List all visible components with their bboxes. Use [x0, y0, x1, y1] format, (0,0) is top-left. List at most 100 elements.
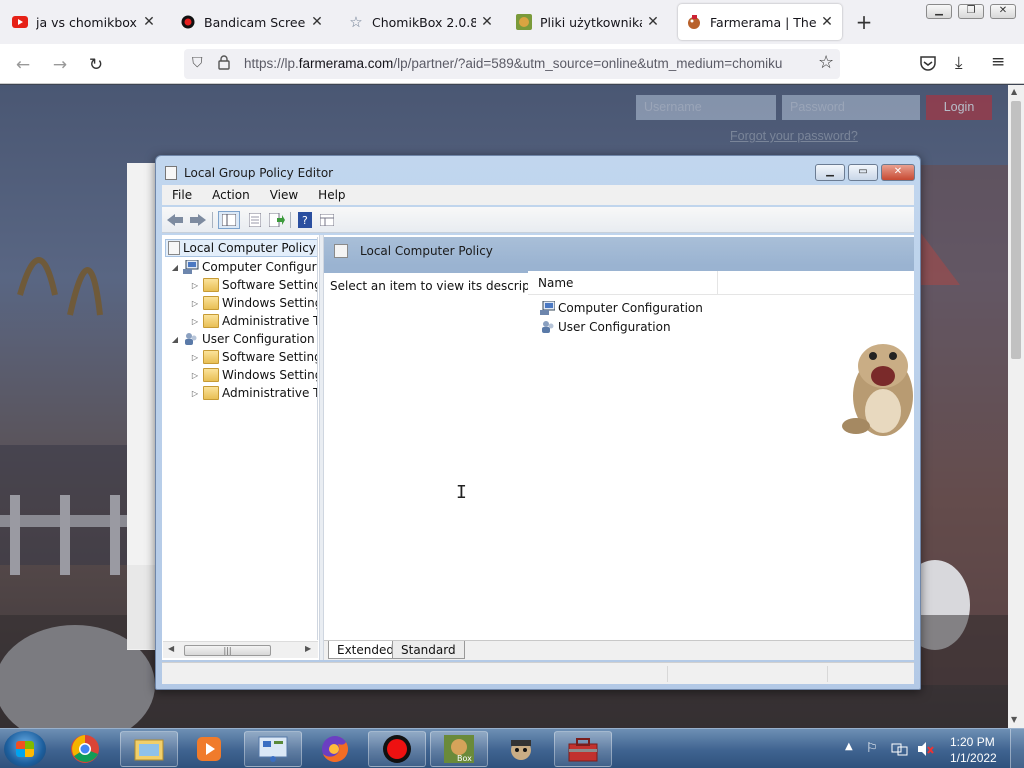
group-policy-editor-window[interactable]: Local Group Policy Editor ▁ ▭ ✕ File Act…	[155, 155, 921, 690]
agent-taskbar-button[interactable]	[492, 731, 550, 767]
menu-view[interactable]: View	[260, 188, 308, 202]
tree-item-windows-settings[interactable]: ▷ Windows Setting	[189, 294, 317, 312]
forward-icon[interactable]: →	[49, 54, 71, 76]
minimize-button[interactable]: ▁	[815, 164, 845, 181]
tab-label: ja vs chomikbox - Yo	[36, 14, 138, 30]
expand-arrow-icon[interactable]: ▷	[189, 353, 201, 362]
action-center-flag-icon[interactable]: ⚐	[866, 741, 878, 756]
expand-arrow-icon[interactable]: ▷	[189, 389, 201, 398]
column-header-name[interactable]: Name	[528, 271, 718, 295]
forward-arrow-icon[interactable]	[189, 211, 207, 229]
page-scrollbar[interactable]: ▲ ▼	[1008, 85, 1024, 728]
login-button[interactable]: Login	[926, 95, 992, 120]
tree-item-software-settings[interactable]: ▷ Software Settings	[189, 276, 317, 294]
scroll-left-icon[interactable]: ◀	[168, 644, 174, 653]
help-icon[interactable]: ?	[296, 211, 314, 229]
firefox-taskbar-button[interactable]	[306, 731, 364, 767]
expand-arrow-icon[interactable]: ▷	[189, 317, 201, 326]
menu-help[interactable]: Help	[308, 188, 355, 202]
chrome-taskbar-button[interactable]	[56, 731, 114, 767]
menu-file[interactable]: File	[162, 188, 202, 202]
tree-item-user-windows-settings[interactable]: ▷ Windows Setting	[189, 366, 317, 384]
chomikbox-taskbar-button[interactable]: Box	[430, 731, 488, 767]
tab-farmerama[interactable]: Farmerama | The craz ✕	[678, 4, 842, 40]
forgot-password-link[interactable]: Forgot your password?	[730, 129, 858, 143]
minimize-window-button[interactable]: ▁	[926, 4, 952, 19]
menu-action[interactable]: Action	[202, 188, 260, 202]
tree-horizontal-scrollbar[interactable]: ◀ ||| ▶	[163, 641, 318, 658]
close-tab-icon[interactable]: ✕	[142, 14, 156, 30]
folder-icon	[134, 739, 164, 761]
download-icon[interactable]: ⤓	[955, 53, 963, 73]
password-input[interactable]: Password	[782, 95, 920, 120]
close-window-button[interactable]: ✕	[990, 4, 1016, 19]
scroll-thumb[interactable]	[1011, 101, 1021, 359]
collapse-arrow-icon[interactable]: ◢	[169, 263, 181, 272]
back-arrow-icon[interactable]	[166, 211, 184, 229]
network-icon[interactable]	[891, 741, 909, 761]
expand-arrow-icon[interactable]: ▷	[189, 281, 201, 290]
show-desktop-button[interactable]	[1010, 729, 1024, 768]
shield-icon[interactable]: ⛉	[192, 55, 203, 71]
menu-icon[interactable]: ≡	[991, 52, 1005, 72]
scroll-right-icon[interactable]: ▶	[305, 644, 311, 653]
items-list[interactable]: Name Computer Configuration User Configu…	[528, 271, 914, 640]
reload-icon[interactable]: ↻	[85, 54, 107, 76]
tab-bandicam[interactable]: Bandicam Screen Rec ✕	[172, 4, 332, 40]
tab-youtube[interactable]: ja vs chomikbox - Yo ✕	[4, 4, 164, 40]
details-pane: Local Computer Policy Select an item to …	[324, 235, 914, 660]
back-icon[interactable]: ←	[12, 54, 34, 76]
media-player-icon	[197, 737, 221, 761]
toolbox-taskbar-button[interactable]	[554, 731, 612, 767]
lock-icon[interactable]	[218, 55, 230, 73]
svg-text:?: ?	[302, 214, 308, 227]
scroll-down-icon[interactable]: ▼	[1011, 715, 1017, 724]
folder-icon	[203, 314, 219, 328]
show-tree-icon[interactable]	[218, 211, 240, 229]
collapse-arrow-icon[interactable]: ◢	[169, 335, 181, 344]
tree-item-user-software-settings[interactable]: ▷ Software Settings	[189, 348, 317, 366]
tree-item-user-configuration[interactable]: ◢ User Configuration	[169, 330, 315, 348]
tree-pane[interactable]: Local Computer Policy ◢ Computer Configu…	[163, 237, 318, 640]
export-list-icon[interactable]	[268, 211, 286, 229]
restore-window-button[interactable]: ❐	[958, 4, 984, 19]
filter-options-icon[interactable]	[318, 211, 336, 229]
clock-date[interactable]: 1/1/2022	[950, 751, 997, 765]
tab-standard[interactable]: Standard	[392, 641, 465, 659]
pocket-icon[interactable]	[919, 54, 937, 75]
expand-arrow-icon[interactable]: ▷	[189, 371, 201, 380]
volume-muted-icon[interactable]	[916, 741, 934, 761]
start-button[interactable]	[4, 731, 46, 767]
close-tab-icon[interactable]: ✕	[480, 14, 494, 30]
show-hidden-icons-icon[interactable]: ▲	[845, 741, 853, 752]
maximize-button[interactable]: ▭	[848, 164, 878, 181]
folder-icon	[203, 386, 219, 400]
scroll-up-icon[interactable]: ▲	[1011, 87, 1017, 96]
username-input[interactable]: Username	[636, 95, 776, 120]
properties-icon[interactable]	[246, 211, 264, 229]
bookmark-star-icon[interactable]: ☆	[818, 52, 834, 73]
new-tab-icon[interactable]: +	[852, 10, 876, 34]
users-icon	[540, 320, 555, 334]
explorer-taskbar-button[interactable]	[120, 731, 178, 767]
list-item[interactable]: User Configuration	[540, 318, 671, 336]
tree-item-computer-configuration[interactable]: ◢ Computer Configura	[169, 258, 317, 276]
close-tab-icon[interactable]: ✕	[820, 14, 834, 30]
close-tab-icon[interactable]: ✕	[310, 14, 324, 30]
bandicam-taskbar-button[interactable]	[368, 731, 426, 767]
close-button[interactable]: ✕	[881, 164, 915, 181]
control-panel-taskbar-button[interactable]	[244, 731, 302, 767]
tree-item-user-administrative-templates[interactable]: ▷ Administrative Te	[189, 384, 317, 402]
url-text[interactable]: https://lp.farmerama.com/lp/partner/?aid…	[244, 56, 812, 71]
tab-pliki[interactable]: Pliki użytkownika xd ✕	[508, 4, 668, 40]
tree-item-administrative-templates[interactable]: ▷ Administrative Te	[189, 312, 317, 330]
tree-item-local-computer-policy[interactable]: Local Computer Policy	[165, 239, 317, 257]
scroll-thumb[interactable]: |||	[184, 645, 271, 656]
media-player-taskbar-button[interactable]	[180, 731, 238, 767]
close-tab-icon[interactable]: ✕	[646, 14, 660, 30]
expand-arrow-icon[interactable]: ▷	[189, 299, 201, 308]
url-bar[interactable]: ⛉ https://lp.farmerama.com/lp/partner/?a…	[184, 49, 840, 79]
list-item[interactable]: Computer Configuration	[540, 299, 703, 317]
clock-time[interactable]: 1:20 PM	[950, 735, 995, 749]
tab-chomikbox[interactable]: ☆ ChomikBox 2.0.8.2 - ✕	[340, 4, 502, 40]
